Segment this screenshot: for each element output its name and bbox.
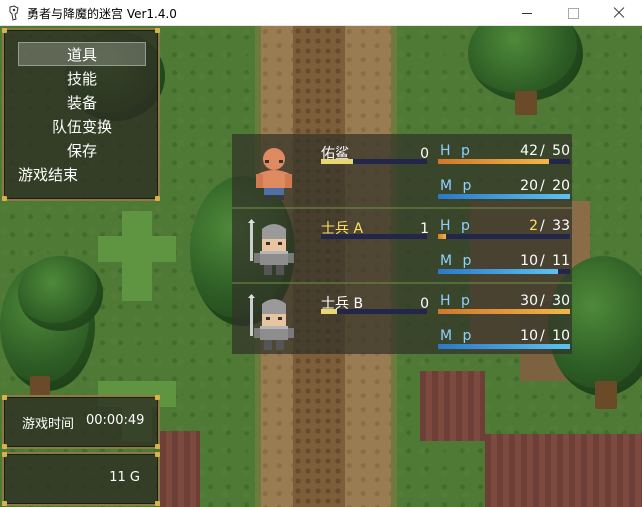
armored-soldier-face-icon — [248, 219, 294, 275]
tree-trunk — [515, 91, 537, 115]
mp-gauge — [438, 194, 570, 199]
tree-top-right — [468, 26, 583, 101]
mp-slash: / — [540, 178, 545, 194]
playtime-label: 游戏时间 — [22, 417, 75, 432]
minimize-button[interactable] — [504, 0, 550, 26]
hp-slash: / — [540, 293, 545, 309]
grass-cross-horizontal — [98, 236, 176, 262]
party-status-panel: 佑鲨 0 H p 42 / 50 M p 20 / 20 士兵 A 1 H p … — [232, 134, 572, 354]
hp-current: 30 — [520, 293, 538, 309]
main-menu: 道具 技能 装备 队伍变换 保存 游戏结束 — [2, 28, 160, 201]
hp-gauge-fill — [438, 234, 446, 239]
hp-label: H p — [440, 143, 473, 159]
cliff-rock-bottom — [485, 434, 642, 507]
window-titlebar: 勇者与降魔的迷宫 Ver1.4.0 — [0, 0, 642, 26]
hp-gauge — [438, 234, 570, 239]
mp-max: 11 — [552, 253, 570, 269]
hp-gauge-fill — [438, 309, 570, 314]
menu-item-save[interactable]: 保存 — [18, 139, 146, 163]
menu-item-skills[interactable]: 技能 — [18, 67, 146, 91]
maximize-button[interactable] — [550, 0, 596, 26]
mp-label: M p — [440, 328, 475, 344]
mp-gauge — [438, 344, 570, 349]
hp-max: 50 — [552, 143, 570, 159]
level-value: 0 — [420, 296, 429, 312]
hp-gauge — [438, 159, 570, 164]
menu-item-equip[interactable]: 装备 — [18, 91, 146, 115]
level-value: 0 — [420, 146, 429, 162]
playtime-window: 游戏时间 00:00:49 — [2, 395, 160, 449]
party-member-row[interactable]: 士兵 A 1 H p 2 / 33 M p 10 / 11 — [232, 209, 572, 282]
hp-max: 30 — [552, 293, 570, 309]
close-button[interactable] — [596, 0, 642, 26]
cliff-rock — [420, 371, 485, 441]
hp-label: H p — [440, 293, 473, 309]
party-member-row[interactable]: 士兵 B 0 H p 30 / 30 M p 10 / 10 — [232, 284, 572, 357]
armored-soldier-face-icon — [248, 294, 294, 350]
tree-left-crown — [18, 256, 103, 331]
mp-label: M p — [440, 178, 475, 194]
mp-current: 20 — [520, 178, 538, 194]
hp-slash: / — [540, 218, 545, 234]
mp-current: 10 — [520, 253, 538, 269]
menu-item-items[interactable]: 道具 — [18, 42, 146, 66]
party-member-row[interactable]: 佑鲨 0 H p 42 / 50 M p 20 / 20 — [232, 134, 572, 207]
tree-trunk-left — [30, 376, 50, 396]
tree-trunk-right — [595, 381, 617, 409]
bald-brawler-face-icon — [256, 148, 292, 200]
gold-value: 11 G — [109, 470, 140, 485]
menu-item-formation[interactable]: 队伍变换 — [18, 115, 146, 139]
mp-gauge-fill — [438, 344, 570, 349]
mp-current: 10 — [520, 328, 538, 344]
hp-current: 42 — [520, 143, 538, 159]
mp-label: M p — [440, 253, 475, 269]
level-value: 1 — [420, 221, 429, 237]
mp-max: 20 — [552, 178, 570, 194]
hp-slash: / — [540, 143, 545, 159]
hp-gauge — [438, 309, 570, 314]
app-icon — [9, 5, 19, 21]
mp-gauge-fill — [438, 194, 570, 199]
cliff-rock-left — [160, 431, 200, 507]
mp-slash: / — [540, 253, 545, 269]
hp-current: 2 — [529, 218, 538, 234]
mp-slash: / — [540, 328, 545, 344]
mp-max: 10 — [552, 328, 570, 344]
window-title: 勇者与降魔的迷宫 Ver1.4.0 — [27, 7, 177, 21]
hp-gauge-fill — [438, 159, 549, 164]
hp-max: 33 — [552, 218, 570, 234]
playtime-value: 00:00:49 — [86, 413, 145, 428]
mp-gauge — [438, 269, 570, 274]
gold-window: 11 G — [2, 452, 160, 506]
mp-gauge-fill — [438, 269, 559, 274]
hp-label: H p — [440, 218, 473, 234]
menu-item-game-end[interactable]: 游戏结束 — [18, 163, 146, 187]
